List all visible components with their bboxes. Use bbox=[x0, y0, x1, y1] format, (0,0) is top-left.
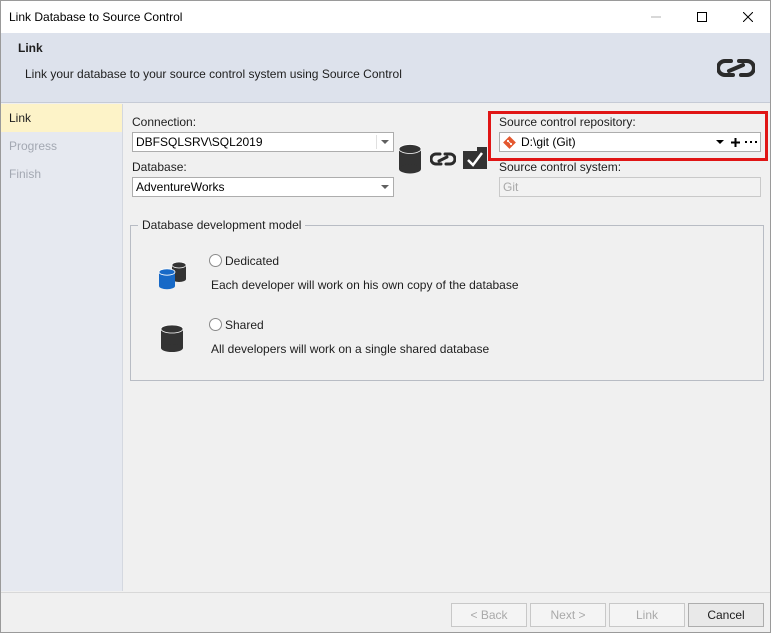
wizard-nav: Link Progress Finish bbox=[1, 104, 123, 591]
dev-model-group bbox=[130, 225, 764, 381]
link-button[interactable]: Link bbox=[609, 603, 685, 627]
dedicated-radio[interactable] bbox=[209, 254, 222, 267]
nav-item-link[interactable]: Link bbox=[1, 104, 122, 132]
nav-item-progress: Progress bbox=[9, 139, 58, 153]
database-label: Database: bbox=[132, 160, 187, 174]
back-button[interactable]: < Back bbox=[451, 603, 527, 627]
database-icon bbox=[160, 324, 184, 352]
scs-value: Git bbox=[503, 180, 519, 194]
close-icon bbox=[743, 12, 753, 22]
close-button[interactable] bbox=[725, 1, 771, 33]
link-icon bbox=[717, 59, 755, 77]
cancel-button[interactable]: Cancel bbox=[688, 603, 764, 627]
link-icon bbox=[430, 152, 456, 166]
connection-label: Connection: bbox=[132, 115, 197, 129]
nav-item-finish: Finish bbox=[9, 167, 42, 181]
shared-label[interactable]: Shared bbox=[225, 318, 264, 332]
scs-field: Git bbox=[499, 177, 761, 197]
window-title: Link Database to Source Control bbox=[9, 10, 183, 24]
dialog-window: Link Database to Source Control Link Lin… bbox=[0, 0, 771, 633]
next-button[interactable]: Next > bbox=[530, 603, 606, 627]
database-value: AdventureWorks bbox=[136, 180, 225, 194]
scs-label: Source control system: bbox=[499, 160, 622, 174]
title-bar: Link Database to Source Control bbox=[1, 1, 770, 33]
shared-description: All developers will work on a single sha… bbox=[211, 342, 490, 356]
page-description: Link your database to your source contro… bbox=[25, 67, 402, 81]
repository-highlight bbox=[488, 111, 768, 161]
page-title: Link bbox=[18, 41, 43, 55]
minimize-icon bbox=[651, 16, 661, 18]
minimize-button[interactable] bbox=[633, 1, 679, 33]
chevron-down-icon[interactable] bbox=[377, 178, 393, 196]
maximize-button[interactable] bbox=[679, 1, 725, 33]
wizard-header: Link Link your database to your source c… bbox=[1, 33, 770, 103]
chevron-down-icon[interactable] bbox=[377, 133, 393, 151]
source-control-icon bbox=[463, 147, 487, 169]
dedicated-label[interactable]: Dedicated bbox=[225, 254, 279, 268]
wizard-footer: < Back Next > Link Cancel bbox=[1, 592, 770, 632]
database-combo[interactable]: AdventureWorks bbox=[132, 177, 394, 197]
connection-combo[interactable]: DBFSQLSRV\SQL2019 bbox=[132, 132, 394, 152]
dev-model-legend: Database development model bbox=[138, 218, 306, 232]
maximize-icon bbox=[697, 12, 707, 22]
dedicated-description: Each developer will work on his own copy… bbox=[211, 278, 519, 292]
connection-value: DBFSQLSRV\SQL2019 bbox=[136, 135, 263, 149]
database-icon bbox=[398, 144, 422, 174]
multiple-databases-icon bbox=[158, 261, 187, 290]
shared-radio[interactable] bbox=[209, 318, 222, 331]
